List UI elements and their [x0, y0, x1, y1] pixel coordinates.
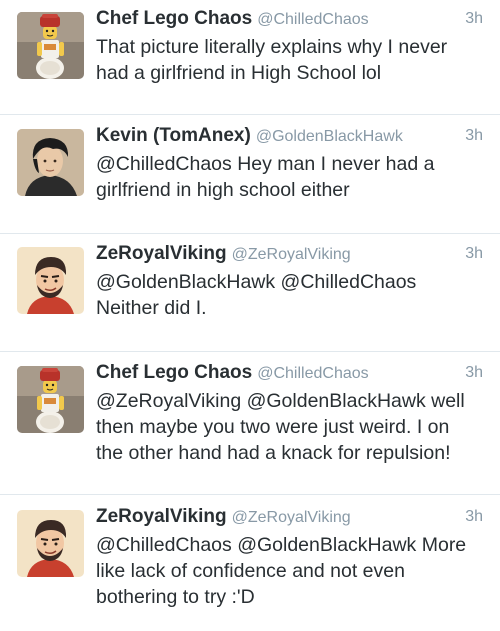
user-handle[interactable]: @GoldenBlackHawk [256, 128, 403, 145]
tweet-text: @ChilledChaos @GoldenBlackHawk More like… [96, 532, 488, 610]
tweet[interactable]: ZeRoyalViking @ZeRoyalViking 3h @GoldenBl… [0, 234, 500, 352]
tweet[interactable]: Chef Lego Chaos @ChilledChaos 3h That pic… [0, 0, 500, 115]
user-handle[interactable]: @ChilledChaos [257, 365, 368, 382]
zeroyalviking-avatar-icon [17, 510, 84, 577]
tweet-text-line: @ZeRoyalViking @GoldenBlackHawk well [96, 390, 465, 412]
tweet-timeline: Chef Lego Chaos @ChilledChaos 3h That pic… [0, 0, 500, 631]
timestamp[interactable]: 3h [465, 245, 483, 263]
timestamp[interactable]: 3h [465, 10, 483, 28]
tweet-text-line: @ChilledChaos Hey man I never had a [96, 153, 435, 175]
kevin-avatar-icon [17, 129, 84, 196]
tweet-text-line: like lack of confidence and not even [96, 560, 405, 582]
tweet-text-line: bothering to try :'D [96, 586, 255, 608]
tweet-text-line: then maybe you two were just weird. I on [96, 416, 450, 438]
display-name[interactable]: ZeRoyalViking [96, 506, 227, 527]
tweet[interactable]: Kevin (TomAnex) @GoldenBlackHawk 3h @Chil… [0, 115, 500, 234]
display-name[interactable]: ZeRoyalViking [96, 243, 227, 264]
tweet-header: ZeRoyalViking @ZeRoyalViking 3h [96, 506, 483, 530]
avatar-zeroyalviking[interactable] [17, 510, 84, 577]
tweet-header: Chef Lego Chaos @ChilledChaos 3h [96, 8, 483, 32]
tweet-text: @ZeRoyalViking @GoldenBlackHawk well the… [96, 388, 488, 466]
timestamp[interactable]: 3h [465, 127, 483, 145]
tweet-text: @ChilledChaos Hey man I never had a girl… [96, 151, 488, 203]
timestamp[interactable]: 3h [465, 364, 483, 382]
timestamp[interactable]: 3h [465, 508, 483, 526]
tweet-text-line: girlfriend in high school either [96, 179, 350, 201]
zeroyalviking-avatar-icon [17, 247, 84, 314]
avatar-zeroyalviking[interactable] [17, 247, 84, 314]
lego-chef-avatar-icon [17, 12, 84, 79]
tweet-text-line: That picture literally explains why I ne… [96, 36, 448, 58]
tweet[interactable]: ZeRoyalViking @ZeRoyalViking 3h @ChilledC… [0, 495, 500, 631]
display-name[interactable]: Kevin (TomAnex) [96, 125, 251, 146]
user-handle[interactable]: @ZeRoyalViking [232, 246, 351, 263]
tweet-text-line: @GoldenBlackHawk @ChilledChaos [96, 271, 417, 293]
tweet-text-line: @ChilledChaos @GoldenBlackHawk More [96, 534, 467, 556]
display-name[interactable]: Chef Lego Chaos [96, 362, 252, 383]
lego-chef-avatar-icon [17, 366, 84, 433]
tweet-text: That picture literally explains why I ne… [96, 34, 488, 86]
tweet-header: ZeRoyalViking @ZeRoyalViking 3h [96, 243, 483, 267]
user-handle[interactable]: @ChilledChaos [257, 11, 368, 28]
avatar-kevin[interactable] [17, 129, 84, 196]
tweet-text: @GoldenBlackHawk @ChilledChaos Neither d… [96, 269, 488, 321]
avatar-lego-chef[interactable] [17, 366, 84, 433]
tweet-text-line: had a girlfriend in High School lol [96, 62, 382, 84]
display-name[interactable]: Chef Lego Chaos [96, 8, 252, 29]
tweet-text-line: the other hand had a knack for repulsion… [96, 442, 451, 464]
avatar-lego-chef[interactable] [17, 12, 84, 79]
tweet-header: Kevin (TomAnex) @GoldenBlackHawk 3h [96, 125, 483, 149]
user-handle[interactable]: @ZeRoyalViking [232, 509, 351, 526]
tweet-header: Chef Lego Chaos @ChilledChaos 3h [96, 362, 483, 386]
tweet-text-line: Neither did I. [96, 297, 207, 319]
tweet[interactable]: Chef Lego Chaos @ChilledChaos 3h @ZeRoyal… [0, 352, 500, 495]
